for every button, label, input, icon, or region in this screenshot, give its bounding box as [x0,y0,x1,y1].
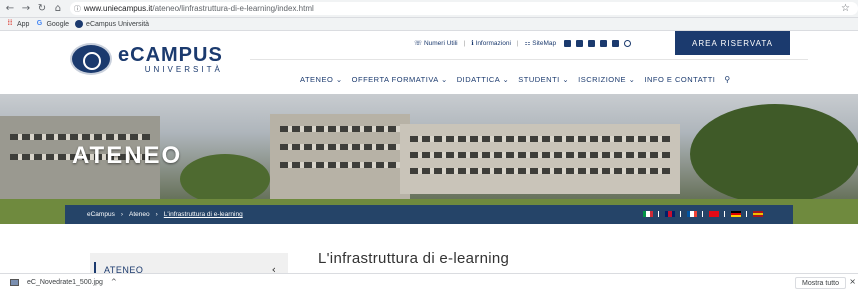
bookmarks-bar: ⁞⁞ App G Google eCampus Università [0,18,858,31]
utility-links: ☏ Numeri Utili | ℹ Informazioni | ⚏ Site… [414,39,636,47]
search-icon[interactable]: ⚲ [724,75,730,84]
bookmark-label: Google [46,20,70,28]
twitter-icon[interactable] [576,39,584,47]
breadcrumb: eCampus › Ateneo › L'infrastruttura di e… [65,205,793,224]
utility-informazioni[interactable]: ℹ Informazioni [471,39,511,48]
reload-icon[interactable]: ↻ [36,3,48,15]
german-flag-icon[interactable] [731,211,741,217]
utility-sitemap[interactable]: ⚏ SiteMap [525,39,557,48]
hero-title: ATENEO [72,142,183,169]
bookmark-star-icon[interactable]: ☆ [841,3,850,14]
bookmark-label: eCampus Università [86,20,150,28]
ecampus-favicon-icon [75,20,84,28]
logo-name: eCAMPUS [118,43,223,66]
main-nav: ATENEO ⌄ OFFERTA FORMATIVA ⌄ DIDATTICA ⌄… [300,75,731,84]
linkedin-icon[interactable] [588,39,596,47]
building-shape [400,124,680,194]
close-icon[interactable]: × [849,277,856,286]
breadcrumb-current[interactable]: L'infrastruttura di e-learning [164,211,243,218]
url-path: /ateneo/linfrastruttura-di-e-learning/in… [152,4,314,13]
forward-icon[interactable]: → [20,3,32,15]
language-selector [637,211,763,217]
google-icon: G [36,20,43,27]
utility-numeri-utili[interactable]: ☏ Numeri Utili [414,39,458,48]
caret-up-icon[interactable]: ^ [111,278,117,286]
youtube-icon[interactable] [600,39,608,47]
download-bar: eC_Novedrate1_500.jpg ^ Mostra tutto × [0,273,858,290]
browser-toolbar: ← → ↻ ⌂ ⓘ www.uniecampus.it /ateneo/linf… [0,0,858,18]
bookmark-apps[interactable]: ⁞⁞ App [6,20,30,28]
nav-iscrizione[interactable]: ISCRIZIONE ⌄ [578,75,635,84]
download-item[interactable]: eC_Novedrate1_500.jpg [27,279,103,286]
social-circle-icon[interactable] [624,39,632,47]
area-riservata-button[interactable]: AREA RISERVATA [675,31,790,55]
address-bar[interactable]: ⓘ www.uniecampus.it /ateneo/linfrastrutt… [69,2,858,15]
breadcrumb-ateneo[interactable]: Ateneo [129,211,150,218]
french-flag-icon[interactable] [687,211,697,217]
nav-offerta-formativa[interactable]: OFFERTA FORMATIVA ⌄ [352,75,448,84]
logo-mark-icon [70,43,112,75]
ecampus-logo[interactable]: eCAMPUS UNIVERSITÀ [70,43,223,75]
site-header: eCAMPUS UNIVERSITÀ ☏ Numeri Utili | ℹ In… [0,31,858,94]
logo-subtitle: UNIVERSITÀ [144,64,223,74]
uk-flag-icon[interactable] [665,211,675,217]
apps-icon: ⁞⁞ [7,20,13,27]
nav-ateneo[interactable]: ATENEO ⌄ [300,75,343,84]
italian-flag-icon[interactable] [643,211,653,217]
instagram-icon[interactable] [612,39,620,47]
nav-studenti[interactable]: STUDENTI ⌄ [518,75,569,84]
header-divider [250,59,808,60]
turkish-flag-icon[interactable] [709,211,719,217]
back-icon[interactable]: ← [4,3,16,15]
bookmark-google[interactable]: G Google [35,20,69,28]
spanish-flag-icon[interactable] [753,211,763,217]
url-host: www.uniecampus.it [83,4,153,13]
bookmark-label: App [17,20,30,28]
bookmark-ecampus[interactable]: eCampus Università [75,20,149,28]
page-title: L'infrastruttura di e-learning [318,250,510,267]
show-all-button[interactable]: Mostra tutto [795,277,846,289]
info-icon[interactable]: ⓘ [74,4,81,14]
nav-didattica[interactable]: DIDATTICA ⌄ [457,75,510,84]
facebook-icon[interactable] [564,39,572,47]
breadcrumb-home[interactable]: eCampus [87,211,115,218]
social-links [564,39,636,47]
image-file-icon [10,278,19,286]
nav-info-e-contatti[interactable]: INFO E CONTATTI [644,75,715,84]
home-icon[interactable]: ⌂ [52,3,64,15]
